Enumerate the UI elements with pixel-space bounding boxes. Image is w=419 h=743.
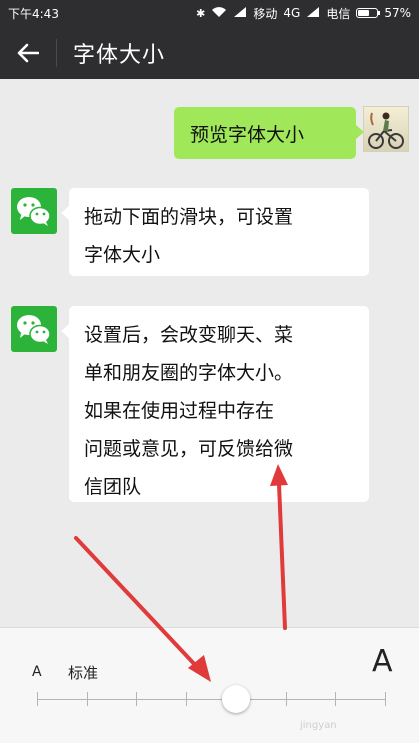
wechat-logo-icon <box>17 197 51 226</box>
title-bar: 字体大小 <box>0 26 419 79</box>
carrier-1: 移动 <box>253 6 278 21</box>
network-type: 4G <box>283 6 301 20</box>
signal-icon-2 <box>306 6 320 20</box>
font-size-slider-thumb[interactable] <box>222 685 250 713</box>
message-2-line-2: 单和朋友圈的字体大小。 <box>84 362 294 384</box>
small-font-label: A <box>32 664 42 680</box>
font-size-slider-track[interactable] <box>37 699 385 700</box>
slider-tick[interactable] <box>286 692 287 706</box>
title-divider <box>56 38 57 67</box>
wechat-logo-icon-2 <box>17 315 51 344</box>
status-bar: 下午4:43 ✱ 移动 4G 电信 57% <box>0 0 419 26</box>
message-bubble-1: 拖动下面的滑块，可设置 字体大小 <box>61 188 369 276</box>
slider-tick[interactable] <box>136 692 137 706</box>
carrier-2: 电信 <box>326 6 351 21</box>
status-time: 下午4:43 <box>8 6 59 21</box>
page-title: 字体大小 <box>73 42 166 68</box>
slider-tick[interactable] <box>186 692 187 706</box>
status-indicators: ✱ 移动 4G 电信 57% <box>196 5 411 22</box>
wechat-team-avatar[interactable] <box>11 188 57 234</box>
cyclist-photo <box>368 112 404 149</box>
user-avatar[interactable] <box>363 106 409 152</box>
battery-percent: 57% <box>384 6 411 20</box>
message-2-line-5: 信团队 <box>84 476 142 498</box>
large-font-label: A <box>372 644 393 679</box>
message-2-line-3: 如果在使用过程中存在 <box>84 400 275 422</box>
message-1-line-1: 拖动下面的滑块，可设置 <box>84 206 294 228</box>
message-2-line-1: 设置后，会改变聊天、菜 <box>84 324 294 346</box>
preview-message-bubble: 预览字体大小 <box>174 107 364 159</box>
font-size-panel: A 标准 A jingyan <box>0 627 419 743</box>
message-bubble-2: 设置后，会改变聊天、菜 单和朋友圈的字体大小。 如果在使用过程中存在 问题或意见… <box>61 306 369 502</box>
message-2-line-4: 问题或意见，可反馈给微 <box>84 438 294 460</box>
slider-tick[interactable] <box>335 692 336 706</box>
wifi-icon <box>211 6 227 20</box>
battery-icon <box>356 8 381 18</box>
watermark: jingyan <box>300 720 337 731</box>
slider-tick[interactable] <box>37 692 38 706</box>
slider-tick[interactable] <box>385 692 386 706</box>
message-1-line-2: 字体大小 <box>84 244 161 266</box>
standard-size-label: 标准 <box>68 664 99 682</box>
back-button[interactable] <box>0 26 56 79</box>
preview-message-text: 预览字体大小 <box>190 123 305 146</box>
signal-icon <box>233 6 247 20</box>
wechat-team-avatar-2[interactable] <box>11 306 57 352</box>
slider-tick[interactable] <box>87 692 88 706</box>
back-arrow-icon <box>17 43 39 62</box>
bluetooth-icon: ✱ <box>196 6 206 20</box>
